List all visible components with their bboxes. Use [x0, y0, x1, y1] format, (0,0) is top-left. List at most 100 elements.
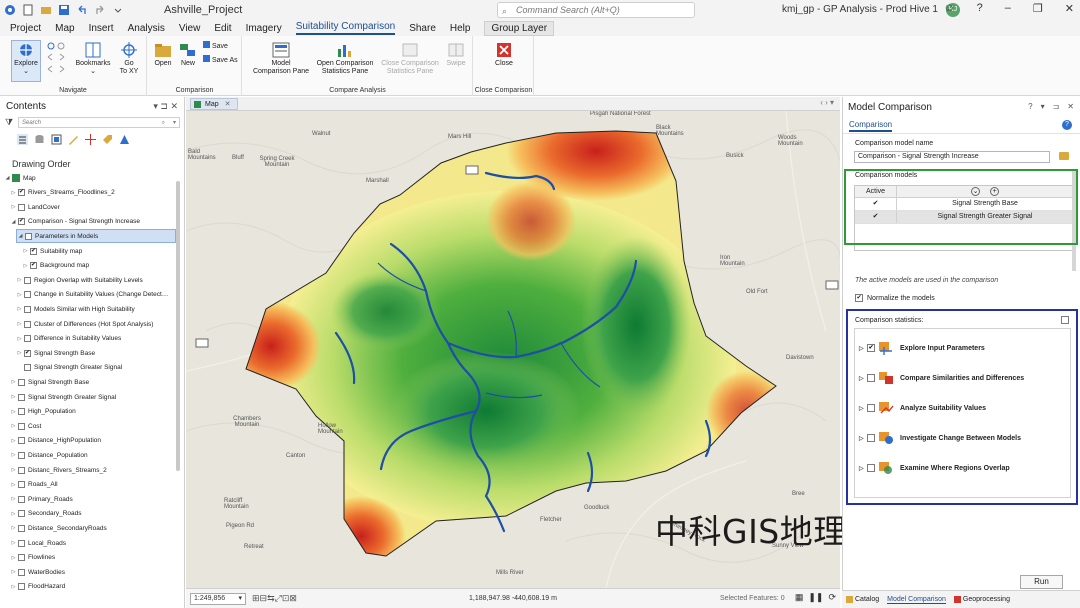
- collapsed-arrow-icon[interactable]: ▷: [10, 555, 17, 561]
- tab-map[interactable]: Map: [55, 23, 74, 34]
- customize-quick-access-icon[interactable]: [112, 4, 124, 16]
- tab-imagery[interactable]: Imagery: [246, 23, 282, 34]
- undo-icon[interactable]: [76, 4, 88, 16]
- tab-group-layer[interactable]: Group Layer: [484, 20, 555, 36]
- visibility-checkbox-unchecked[interactable]: [18, 393, 25, 401]
- toc-layer-item[interactable]: ▷ Difference in Suitability Values: [16, 332, 121, 346]
- help-icon[interactable]: ?: [977, 2, 983, 15]
- toc-layer-item[interactable]: ▷ LandCover: [10, 200, 60, 214]
- toc-layer-item[interactable]: ▷ Secondary_Roads: [10, 507, 81, 521]
- visibility-checkbox-checked[interactable]: ✔: [18, 218, 25, 226]
- filter-icon[interactable]: ⧩: [5, 117, 13, 128]
- table-icon[interactable]: ▦: [795, 592, 804, 603]
- collapsed-arrow-icon[interactable]: ▷: [22, 263, 29, 269]
- normalize-models-checkbox[interactable]: ✔ Normalize the models: [855, 294, 935, 302]
- visibility-checkbox-unchecked[interactable]: [18, 203, 25, 211]
- visibility-checkbox-unchecked[interactable]: [24, 364, 31, 372]
- visibility-checkbox-unchecked[interactable]: [24, 335, 31, 343]
- toc-layer-item[interactable]: ▷ Distance_SecondaryRoads: [10, 521, 107, 535]
- close-tab-icon[interactable]: ✕: [225, 101, 231, 108]
- toc-layer-item[interactable]: ▷ WaterBodies: [10, 565, 65, 579]
- visibility-checkbox-unchecked[interactable]: [18, 583, 25, 591]
- save-as-comparison-button[interactable]: Save As: [203, 55, 239, 65]
- tab-comparison[interactable]: Comparison: [849, 120, 893, 132]
- expanded-arrow-icon[interactable]: ◢: [17, 233, 24, 239]
- toc-layer-item[interactable]: ▷ Distanc_Rivers_Streams_2: [10, 463, 107, 477]
- visibility-checkbox-unchecked[interactable]: [18, 422, 25, 430]
- map-tab-controls[interactable]: ‹ › ▾: [820, 98, 834, 107]
- collapsed-arrow-icon[interactable]: ▷: [10, 569, 17, 575]
- browse-folder-icon[interactable]: [1059, 152, 1069, 160]
- toc-layer-item[interactable]: ▷ ✔ Suitability map: [22, 244, 82, 258]
- collapsed-arrow-icon[interactable]: ▷: [22, 248, 29, 254]
- refresh-icon[interactable]: ⟳: [828, 592, 836, 603]
- collapsed-arrow-icon[interactable]: ▷: [16, 292, 23, 298]
- collapsed-arrow-icon[interactable]: ▷: [10, 409, 17, 415]
- collapsed-arrow-icon[interactable]: ▷: [10, 482, 17, 488]
- tab-edit[interactable]: Edit: [214, 23, 231, 34]
- toc-layer-item[interactable]: ▷ High_Population: [10, 405, 76, 419]
- toc-layer-item[interactable]: ▷ Primary_Roads: [10, 492, 73, 506]
- visibility-checkbox-checked[interactable]: ✔: [24, 349, 31, 357]
- info-help-icon[interactable]: ?: [1062, 120, 1072, 130]
- toc-layer-item[interactable]: ▷ Roads_All: [10, 478, 58, 492]
- list-by-perspective-icon[interactable]: [119, 134, 130, 145]
- command-search-input[interactable]: ⌕ Command Search (Alt+Q): [497, 2, 695, 18]
- visibility-checkbox-unchecked[interactable]: [18, 524, 25, 532]
- contents-pane-controls[interactable]: ▾ ⊐ ✕: [153, 101, 178, 112]
- map-scale-select[interactable]: 1:249,856 ▾: [190, 593, 246, 605]
- collapsed-arrow-icon[interactable]: ▷: [10, 394, 17, 400]
- collapsed-arrow-icon[interactable]: ▷: [10, 438, 17, 444]
- map-nav-tools-icon[interactable]: ⊞⊟⇆⤢⊡⊠: [252, 593, 297, 604]
- toc-layer-item[interactable]: ▷ Change in Suitability Values (Change De…: [16, 288, 168, 302]
- map-view-tab[interactable]: Map ✕: [190, 98, 238, 110]
- visibility-checkbox-unchecked[interactable]: [18, 466, 25, 474]
- toc-layer-item[interactable]: ▷ ✔ Signal Strength Base: [16, 346, 95, 360]
- redo-icon[interactable]: [94, 4, 106, 16]
- collapsed-arrow-icon[interactable]: ▷: [16, 336, 23, 342]
- toc-layer-item[interactable]: ◢ Map: [4, 171, 36, 185]
- tab-project[interactable]: Project: [10, 23, 41, 34]
- collapsed-arrow-icon[interactable]: ▷: [10, 467, 17, 473]
- tab-model-comparison[interactable]: Model Comparison: [887, 596, 946, 604]
- bookmarks-button[interactable]: Bookmarks ⌄: [74, 42, 112, 76]
- visibility-checkbox-unchecked[interactable]: [18, 539, 25, 547]
- tab-analysis[interactable]: Analysis: [128, 23, 165, 34]
- toc-layer-item[interactable]: ▷ Signal Strength Greater Signal: [10, 390, 116, 404]
- visibility-checkbox-unchecked[interactable]: [18, 481, 25, 489]
- toc-layer-item[interactable]: ▷ ✔ Rivers_Streams_Floodlines_2: [10, 186, 115, 200]
- explore-button-label[interactable]: Explore ⌄: [12, 42, 40, 76]
- auto-hide-icon[interactable]: ⊐: [1053, 102, 1060, 111]
- visibility-checkbox-checked[interactable]: ✔: [30, 247, 37, 255]
- close-comparison-button[interactable]: Close: [490, 42, 518, 68]
- collapsed-arrow-icon[interactable]: ▷: [10, 525, 17, 531]
- toc-layer-item[interactable]: ▷ Region Overlap with Suitability Levels: [16, 273, 143, 287]
- expanded-arrow-icon[interactable]: ◢: [4, 175, 11, 181]
- collapsed-arrow-icon[interactable]: ▷: [16, 350, 23, 356]
- visibility-checkbox-unchecked[interactable]: [18, 495, 25, 503]
- collapsed-arrow-icon[interactable]: ▷: [10, 190, 17, 196]
- restore-icon[interactable]: ❐: [1033, 2, 1043, 15]
- visibility-checkbox-unchecked[interactable]: [24, 320, 31, 328]
- tab-suitability-comparison[interactable]: Suitability Comparison: [295, 21, 396, 35]
- collapsed-arrow-icon[interactable]: ▷: [10, 204, 17, 210]
- visibility-checkbox-unchecked[interactable]: [18, 378, 25, 386]
- collapsed-arrow-icon[interactable]: ▷: [16, 306, 23, 312]
- toc-layer-item[interactable]: ▷ Cluster of Differences (Hot Spot Analys…: [16, 317, 153, 331]
- toc-layer-item[interactable]: ▷ Signal Strength Base: [10, 375, 89, 389]
- contents-search-input[interactable]: Search ⌕ ▾: [18, 117, 180, 128]
- collapsed-arrow-icon[interactable]: ▷: [10, 496, 17, 502]
- collapsed-arrow-icon[interactable]: ▷: [16, 277, 23, 283]
- toc-layer-item[interactable]: ▷ Models Similar with High Suitability: [16, 302, 135, 316]
- close-comparison-statistics-pane-button[interactable]: Close Comparison Statistics Pane: [379, 42, 441, 76]
- collapsed-arrow-icon[interactable]: ▷: [10, 540, 17, 546]
- expanded-arrow-icon[interactable]: ◢: [10, 219, 17, 225]
- visibility-checkbox-unchecked[interactable]: [18, 451, 25, 459]
- new-project-icon[interactable]: [22, 4, 34, 16]
- close-window-icon[interactable]: ✕: [1065, 2, 1074, 15]
- comparison-model-name-field[interactable]: Comparison - Signal Strength Increase: [854, 151, 1050, 163]
- close-pane-icon[interactable]: ✕: [1067, 102, 1074, 111]
- visibility-checkbox-unchecked[interactable]: [24, 305, 31, 313]
- visibility-checkbox-unchecked[interactable]: [24, 276, 31, 284]
- collapsed-arrow-icon[interactable]: ▷: [16, 321, 23, 327]
